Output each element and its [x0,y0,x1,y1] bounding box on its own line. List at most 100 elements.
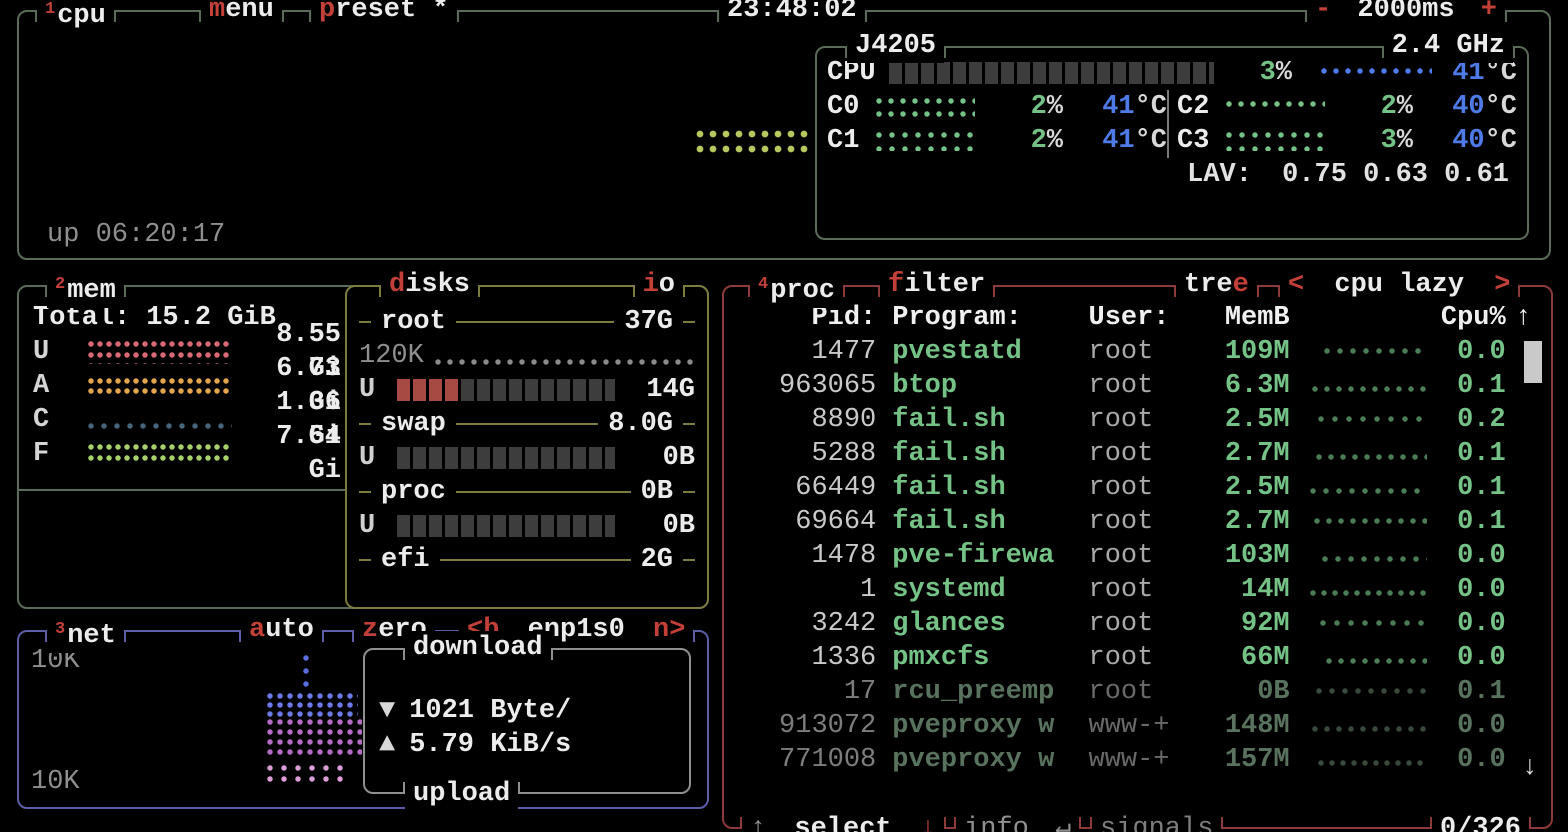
process-program: pveproxy w [892,743,1088,777]
load-average-values: 0.75 0.63 0.61 [1282,160,1509,190]
process-pid: 8890 [734,403,876,437]
info-control[interactable]: info ↵ [956,812,1079,832]
net-upload-graph [266,764,348,784]
process-row[interactable]: 69664fail.shroot2.7M0.1 [724,505,1551,539]
temp-unit: °C [1485,92,1517,122]
mem-divider-line [19,489,345,491]
io-mode-button[interactable]: io [635,268,683,302]
select-down-icon[interactable]: ↓ [920,814,936,832]
disk-used-meter [397,379,615,401]
net-download-graph [302,654,312,692]
temp-unit: °C [1135,92,1167,122]
btop-screen: 1cpu menu preset * 23:48:02 - 2000ms + u… [0,0,1568,832]
cpu-box-title[interactable]: 1cpu [37,0,114,33]
mem-available-key: A [33,369,87,403]
preset-button[interactable]: preset * [311,0,457,27]
process-user: www-+ [1089,709,1212,743]
process-row[interactable]: 1systemdroot14M0.0 [724,573,1551,607]
core-row: C1 2% 41°C [827,124,1167,158]
process-row[interactable]: 1478pve-firewaroot103M0.0 [724,539,1551,573]
core-usage-graph [1225,100,1325,114]
process-row[interactable]: 1477pvestatdroot109M0.0 [724,335,1551,369]
disk-root-io-row: 120K [359,339,695,373]
process-mem: 103M [1211,539,1290,573]
select-up-icon[interactable]: ↑ [750,814,766,832]
process-program: btop [892,369,1088,403]
disks-box: disks io root37G 120K U 14G s [345,285,709,609]
cpu-history-graph [695,128,809,160]
mem-used-graph [87,340,232,364]
process-user: www-+ [1089,743,1212,777]
cpu-model-chip: J4205 [847,29,944,63]
process-row[interactable]: 8890fail.shroot2.5M0.2 [724,403,1551,437]
menu-button[interactable]: menu [201,0,282,27]
percent-unit: % [1276,58,1292,88]
process-cpu: 0.0 [1437,335,1506,369]
process-mem: 109M [1211,335,1290,369]
disk-used-value: 14G [646,373,695,407]
scroll-down-icon[interactable]: ↓ [1522,751,1538,785]
net-hotkey: 3 [55,620,65,639]
process-row[interactable]: 771008pveproxy wwww-+157M0.0 [724,743,1551,777]
disks-title-label: isks [405,270,470,300]
tree-button[interactable]: tree [1176,268,1257,302]
net-upload-graph [266,718,362,758]
iface-next-button[interactable]: n> [653,615,685,645]
process-mem: 2.5M [1211,471,1290,505]
net-box-title[interactable]: 3net [47,613,124,653]
process-program: pmxcfs [892,641,1088,675]
process-row[interactable]: 913072pveproxy wwww-+148M0.0 [724,709,1551,743]
process-cpu-graph [1321,555,1427,565]
disk-proc-used-row: U 0B [359,509,695,543]
select-control[interactable]: ↑ select ↓ [742,812,944,832]
disk-size: 8.0G [598,407,683,441]
net-auto-button[interactable]: auto [241,613,322,647]
interval-increase-button[interactable]: + [1481,0,1497,25]
process-row[interactable]: 3242glancesroot92M0.0 [724,607,1551,641]
sort-next-button[interactable]: > [1494,270,1510,300]
download-arrow-icon: ▼ [379,694,395,728]
process-mem: 66M [1211,641,1290,675]
process-row[interactable]: 1336pmxcfsroot66M0.0 [724,641,1551,675]
cpu-total-percent: 3 [1260,58,1276,88]
process-position: 0/326 [1432,812,1529,832]
disk-used-value: 0B [663,441,695,475]
process-mem: 6.3M [1211,369,1290,403]
interval-decrease-button[interactable]: - [1315,0,1331,25]
scrollbar-thumb[interactable] [1524,341,1542,383]
process-cpu: 0.0 [1437,641,1506,675]
process-user: root [1089,539,1212,573]
process-user: root [1089,573,1212,607]
disk-io-graph [434,358,695,368]
column-program: Program: [892,301,1088,335]
percent-unit: % [1397,126,1413,156]
sort-prev-button[interactable]: < [1288,270,1304,300]
signals-control[interactable]: signals [1092,812,1221,832]
process-row[interactable]: 963065btoproot6.3M0.1 [724,369,1551,403]
process-pid: 5288 [734,437,876,471]
upload-speed-value: 5.79 KiB/s [409,728,571,762]
core-label: C0 [827,90,875,124]
process-pid: 17 [734,675,876,709]
disk-size: 37G [614,305,683,339]
scroll-up-icon[interactable]: ↑ [1506,301,1541,335]
process-row[interactable]: 5288fail.shroot2.7M0.1 [724,437,1551,471]
filter-button[interactable]: filter [880,268,993,302]
process-cpu-graph [1319,619,1427,629]
cpu-frequency-chip: 2.4 GHz [1384,29,1513,63]
mem-box-title[interactable]: 2mem [47,268,124,308]
disk-name: efi [371,543,440,577]
process-row[interactable]: 66449fail.shroot2.5M0.1 [724,471,1551,505]
process-pid: 963065 [734,369,876,403]
proc-box-title[interactable]: 4proc [750,268,843,308]
process-cpu-graph [1315,687,1427,697]
cores-left-column: C0 2% 41°C C1 2% 41°C [827,90,1167,158]
process-pid: 913072 [734,709,876,743]
disk-size: 2G [631,543,683,577]
process-cpu: 0.2 [1437,403,1506,437]
disks-box-title[interactable]: disks [381,268,478,302]
clock-value: 23:48:02 [727,0,857,25]
process-row[interactable]: 17rcu_preemproot0B0.1 [724,675,1551,709]
process-mem: 14M [1211,573,1290,607]
core-row: C3 3% 40°C [1177,124,1517,158]
